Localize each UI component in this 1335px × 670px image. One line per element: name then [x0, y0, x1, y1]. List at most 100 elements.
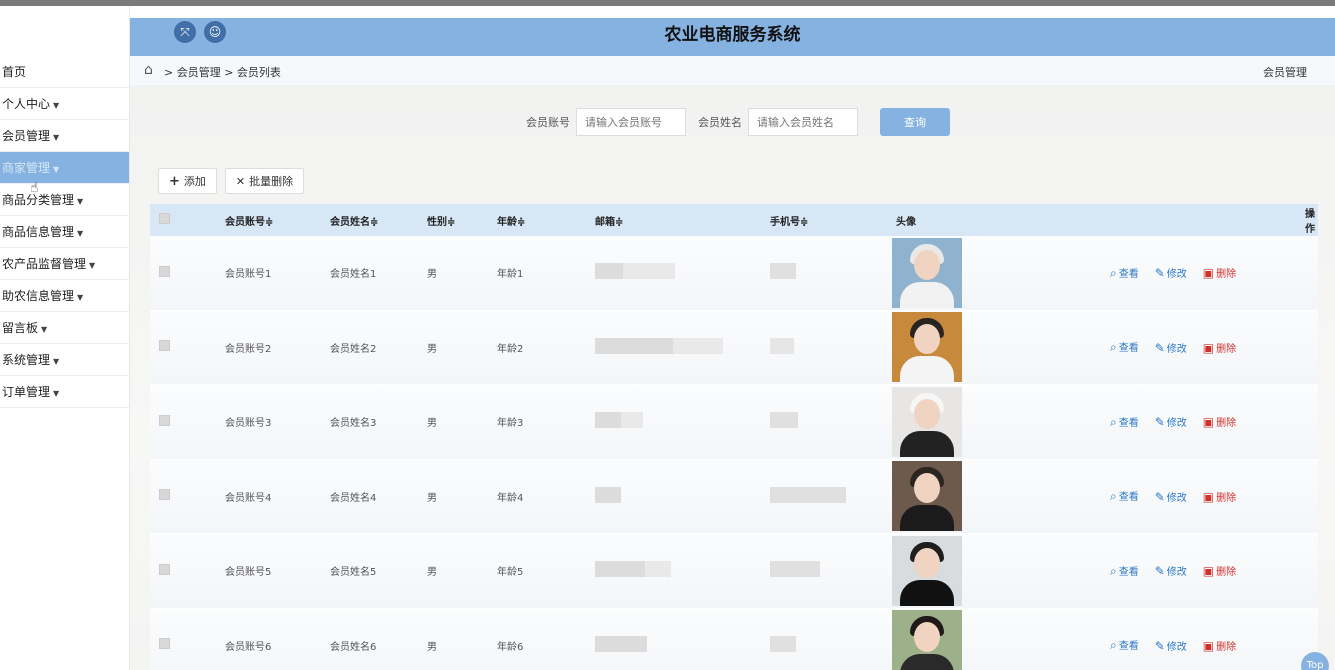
search-icon: ⌕	[1110, 563, 1117, 578]
cell-avatar	[870, 610, 1050, 670]
sidebar-item[interactable]: 留言板 ▼	[0, 312, 129, 344]
edit-button[interactable]: ✎ 修改	[1155, 489, 1187, 504]
pencil-icon: ✎	[1154, 638, 1165, 653]
row-checkbox[interactable]	[150, 563, 205, 578]
cell-operations: ⌕ 查看 ✎ 修改 ▣ 删除	[1050, 414, 1318, 430]
delete-button[interactable]: ▣ 删除	[1203, 489, 1236, 504]
col-sex[interactable]: 性别≑	[405, 213, 475, 228]
sidebar-item[interactable]: 商品分类管理 ▼	[0, 184, 129, 216]
delete-label: 删除	[1216, 418, 1237, 430]
sidebar-item-label: 农产品监督管理	[2, 257, 87, 271]
select-all-checkbox[interactable]	[150, 213, 205, 227]
search-icon: ⌕	[1110, 414, 1117, 429]
view-button[interactable]: ⌕ 查看	[1110, 414, 1139, 430]
row-checkbox[interactable]	[150, 638, 205, 652]
edit-button[interactable]: ✎ 修改	[1155, 414, 1187, 429]
cell-email-redacted	[565, 412, 730, 431]
home-icon[interactable]: ⌂	[144, 62, 153, 78]
view-button[interactable]: ⌕ 查看	[1110, 637, 1139, 653]
cell-account: 会员账号3	[225, 418, 272, 430]
cell-name: 会员姓名2	[330, 343, 377, 355]
search-bar: 会员账号 会员姓名 查询	[526, 108, 950, 136]
sidebar-item[interactable]: 助农信息管理 ▼	[0, 280, 129, 312]
query-button[interactable]: 查询	[880, 108, 950, 136]
view-label: 查看	[1118, 417, 1139, 429]
sidebar-item[interactable]: 首页	[0, 56, 129, 88]
row-checkbox[interactable]	[150, 265, 205, 280]
search-icon: ⌕	[1110, 489, 1117, 504]
sidebar-menu: 首页 个人中心 ▼ 会员管理 ▼ 商家管理 ▼ ☝ 商品分类管理 ▼ 商品信息管理 ▼ 农产品监督管理 ▼…	[0, 56, 129, 408]
col-age[interactable]: 年龄≑	[475, 213, 565, 228]
delete-button[interactable]: ▣ 删除	[1203, 638, 1236, 653]
add-button-label: 添加	[183, 175, 206, 188]
col-email[interactable]: 邮箱≑	[565, 213, 730, 228]
cell-sex: 男	[427, 418, 437, 430]
sidebar-item[interactable]: 会员管理 ▼	[0, 120, 129, 152]
edit-button[interactable]: ✎ 修改	[1155, 265, 1187, 280]
cell-avatar	[870, 237, 1050, 308]
cell-age: 年龄4	[497, 492, 524, 504]
sidebar-item-label: 系统管理	[2, 353, 51, 367]
cell-age: 年龄2	[497, 343, 524, 355]
cell-phone-redacted	[730, 486, 870, 506]
view-button[interactable]: ⌕ 查看	[1110, 339, 1139, 355]
sidebar-item[interactable]: 农产品监督管理 ▼	[0, 248, 129, 280]
edit-label: 修改	[1166, 269, 1187, 281]
pencil-icon: ✎	[1154, 415, 1165, 430]
avatar	[892, 461, 962, 532]
cell-sex: 男	[427, 567, 437, 579]
avatar	[892, 237, 962, 308]
edit-button[interactable]: ✎ 修改	[1155, 563, 1187, 578]
row-checkbox[interactable]	[150, 489, 205, 503]
table-row: 会员账号2 会员姓名2 男 年龄2 ⌕ 查看 ✎ 修改 ▣ 删除	[150, 310, 1318, 385]
back-to-top-button[interactable]: Top	[1301, 652, 1329, 670]
sidebar-item[interactable]: 商家管理 ▼ ☝	[0, 152, 129, 196]
delete-button[interactable]: ▣ 删除	[1203, 265, 1236, 280]
top-header: ⤧ ☺ 农业电商服务系统	[130, 18, 1335, 56]
view-button[interactable]: ⌕ 查看	[1110, 563, 1139, 579]
x-icon: ✕	[235, 174, 246, 188]
col-account[interactable]: 会员账号≑	[205, 213, 310, 228]
cell-email-redacted	[565, 635, 730, 655]
view-button[interactable]: ⌕ 查看	[1110, 265, 1139, 281]
row-checkbox[interactable]	[150, 414, 205, 429]
delete-button[interactable]: ▣ 删除	[1203, 414, 1236, 429]
cell-phone-redacted	[730, 412, 870, 431]
breadcrumb-path: > 会员管理 > 会员列表	[164, 66, 281, 79]
cell-sex: 男	[427, 343, 437, 355]
view-button[interactable]: ⌕ 查看	[1110, 488, 1139, 504]
batch-delete-button[interactable]: ✕ 批量删除	[224, 168, 305, 194]
batch-delete-label: 批量删除	[249, 175, 294, 188]
edit-label: 修改	[1166, 641, 1187, 653]
cell-email-redacted	[565, 337, 730, 357]
caret-down-icon: ▼	[53, 133, 60, 142]
sidebar-item-label: 留言板	[2, 321, 39, 335]
col-name[interactable]: 会员姓名≑	[310, 213, 405, 228]
sidebar-item[interactable]: 商品信息管理 ▼	[0, 216, 129, 248]
sidebar-item[interactable]: 系统管理 ▼	[0, 344, 129, 376]
pencil-icon: ✎	[1154, 340, 1165, 355]
cell-operations: ⌕ 查看 ✎ 修改 ▣ 删除	[1050, 563, 1318, 579]
edit-button[interactable]: ✎ 修改	[1155, 638, 1187, 653]
row-checkbox[interactable]	[150, 340, 205, 354]
delete-label: 删除	[1216, 343, 1237, 355]
edit-button[interactable]: ✎ 修改	[1155, 340, 1187, 355]
trash-icon: ▣	[1202, 489, 1215, 504]
sidebar-item[interactable]: 个人中心 ▼	[0, 88, 129, 120]
pencil-icon: ✎	[1154, 266, 1165, 281]
add-button[interactable]: + 添加	[158, 168, 217, 194]
delete-button[interactable]: ▣ 删除	[1203, 340, 1236, 355]
col-phone[interactable]: 手机号≑	[730, 213, 870, 228]
delete-label: 删除	[1216, 641, 1237, 653]
name-search-input[interactable]	[748, 108, 858, 136]
trash-icon: ▣	[1202, 415, 1215, 430]
delete-button[interactable]: ▣ 删除	[1203, 563, 1236, 578]
sidebar-item-label: 首页	[2, 65, 27, 79]
cell-account: 会员账号2	[225, 343, 272, 355]
sidebar-logo-space	[0, 6, 129, 56]
sidebar-item[interactable]: 订单管理 ▼	[0, 376, 129, 408]
avatar	[892, 386, 962, 457]
edit-label: 修改	[1166, 343, 1187, 355]
account-search-input[interactable]	[576, 108, 686, 136]
caret-down-icon: ▼	[53, 101, 60, 110]
